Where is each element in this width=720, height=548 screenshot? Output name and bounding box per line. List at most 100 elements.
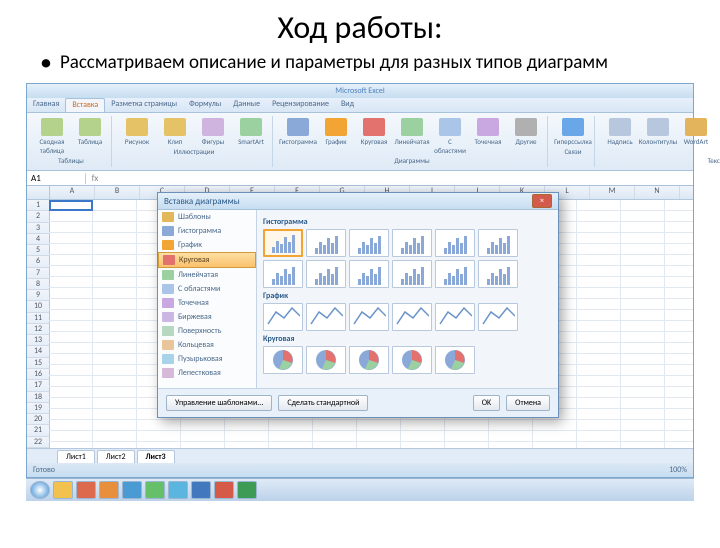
chart-thumb[interactable] [392, 303, 432, 331]
chart-thumb[interactable] [435, 229, 475, 257]
chart-category-item[interactable]: Пузырьковая [158, 352, 256, 366]
row-header[interactable]: 4 [27, 234, 50, 245]
taskbar-icon[interactable] [191, 481, 211, 499]
chart-category-item[interactable]: Гистограмма [158, 224, 256, 238]
chart-thumb[interactable] [306, 303, 346, 331]
row-header[interactable]: 19 [27, 403, 50, 414]
start-button-icon[interactable] [30, 481, 50, 499]
row-header[interactable]: 10 [27, 301, 50, 312]
taskbar-icon[interactable] [76, 481, 96, 499]
dialog-titlebar[interactable]: Вставка диаграммы × [158, 193, 558, 210]
ribbon-button[interactable]: Таблица [73, 118, 107, 155]
row-header[interactable]: 21 [27, 425, 50, 436]
ribbon-tab[interactable]: Формулы [183, 98, 227, 112]
name-box[interactable]: A1 [27, 173, 86, 184]
chart-thumb[interactable] [478, 229, 518, 257]
chart-category-item[interactable]: С областями [158, 282, 256, 296]
sheet-tab[interactable]: Лист2 [97, 450, 135, 463]
selected-cell[interactable] [49, 200, 93, 211]
chart-thumb[interactable] [478, 260, 518, 288]
taskbar-icon[interactable] [53, 481, 73, 499]
chart-category-item[interactable]: Поверхность [158, 324, 256, 338]
fx-icon[interactable]: fx [86, 173, 104, 184]
row-header[interactable]: 15 [27, 358, 50, 369]
column-header[interactable]: B [95, 186, 140, 199]
chart-thumb[interactable] [306, 346, 346, 374]
ribbon-tab[interactable]: Главная [27, 98, 65, 112]
row-header[interactable]: 12 [27, 324, 50, 335]
chart-thumb[interactable] [392, 229, 432, 257]
sheet-tab[interactable]: Лист1 [57, 450, 95, 463]
ribbon-button[interactable]: График [319, 118, 353, 155]
row-header[interactable]: 5 [27, 245, 50, 256]
chart-thumb[interactable] [263, 346, 303, 374]
ribbon-button[interactable]: Клип [158, 118, 192, 146]
spreadsheet-grid[interactable]: 12345678910111213141516171819202122 Вста… [27, 200, 693, 448]
chart-category-item[interactable]: Точечная [158, 296, 256, 310]
row-header[interactable]: 2 [27, 211, 50, 222]
ribbon-tab[interactable]: Вид [335, 98, 360, 112]
ribbon-button[interactable]: Колонтитулы [641, 118, 675, 155]
chart-thumb[interactable] [263, 260, 303, 288]
ribbon-button[interactable]: Надпись [603, 118, 637, 155]
chart-category-item[interactable]: Лепестковая [158, 366, 256, 380]
chart-thumb[interactable] [349, 303, 389, 331]
chart-thumb[interactable] [392, 346, 432, 374]
chart-category-item[interactable]: Биржевая [158, 310, 256, 324]
row-header[interactable]: 6 [27, 256, 50, 267]
chart-category-item[interactable]: Шаблоны [158, 210, 256, 224]
ok-button[interactable]: OK [473, 395, 500, 411]
cancel-button[interactable]: Отмена [506, 395, 550, 411]
taskbar-icon[interactable] [237, 481, 257, 499]
taskbar-icon[interactable] [122, 481, 142, 499]
ribbon-button[interactable]: Фигуры [196, 118, 230, 146]
zoom-level[interactable]: 100% [669, 465, 687, 475]
taskbar-icon[interactable] [99, 481, 119, 499]
chart-thumb[interactable] [392, 260, 432, 288]
row-header[interactable]: 9 [27, 290, 50, 301]
row-header[interactable]: 1 [27, 200, 50, 211]
ribbon-button[interactable]: Гиперссылка [556, 118, 590, 146]
manage-templates-button[interactable]: Управление шаблонами... [166, 395, 272, 411]
column-header[interactable]: M [590, 186, 635, 199]
ribbon-button[interactable]: Другие [509, 118, 543, 155]
set-default-button[interactable]: Сделать стандартной [278, 395, 368, 411]
row-header[interactable]: 20 [27, 414, 50, 425]
ribbon-button[interactable]: Круговая [357, 118, 391, 155]
chart-thumb[interactable] [263, 229, 303, 257]
chart-thumb[interactable] [306, 260, 346, 288]
chart-thumb[interactable] [435, 303, 475, 331]
row-header[interactable]: 14 [27, 346, 50, 357]
row-header[interactable]: 3 [27, 223, 50, 234]
chart-thumb[interactable] [478, 303, 518, 331]
ribbon-button[interactable]: Сводная таблица [35, 118, 69, 155]
ribbon-button[interactable]: Гистограмма [281, 118, 315, 155]
chart-category-item[interactable]: Круговая [158, 252, 256, 268]
taskbar-icon[interactable] [145, 481, 165, 499]
row-header[interactable]: 7 [27, 268, 50, 279]
ribbon-button[interactable]: С областями [433, 118, 467, 155]
ribbon-tab[interactable]: Данные [227, 98, 266, 112]
chart-thumb[interactable] [435, 346, 475, 374]
chart-category-item[interactable]: Кольцевая [158, 338, 256, 352]
row-header[interactable]: 18 [27, 392, 50, 403]
column-header[interactable]: A [50, 186, 95, 199]
ribbon-button[interactable]: Линейчатая [395, 118, 429, 155]
sheet-tab[interactable]: Лист3 [137, 450, 175, 463]
chart-thumb[interactable] [263, 303, 303, 331]
ribbon-button[interactable]: Точечная [471, 118, 505, 155]
ribbon-button[interactable]: Рисунок [120, 118, 154, 146]
row-header[interactable]: 11 [27, 313, 50, 324]
taskbar-icon[interactable] [168, 481, 188, 499]
row-header[interactable]: 8 [27, 279, 50, 290]
chart-thumb[interactable] [435, 260, 475, 288]
ribbon-tab[interactable]: Разметка страницы [105, 98, 183, 112]
chart-thumb[interactable] [349, 229, 389, 257]
chart-thumb[interactable] [306, 229, 346, 257]
row-header[interactable]: 17 [27, 380, 50, 391]
ribbon-button[interactable]: WordArt [679, 118, 713, 155]
row-header[interactable]: 13 [27, 335, 50, 346]
column-header[interactable]: N [635, 186, 680, 199]
chart-thumb[interactable] [349, 346, 389, 374]
ribbon-tab[interactable]: Вставка [65, 98, 105, 112]
